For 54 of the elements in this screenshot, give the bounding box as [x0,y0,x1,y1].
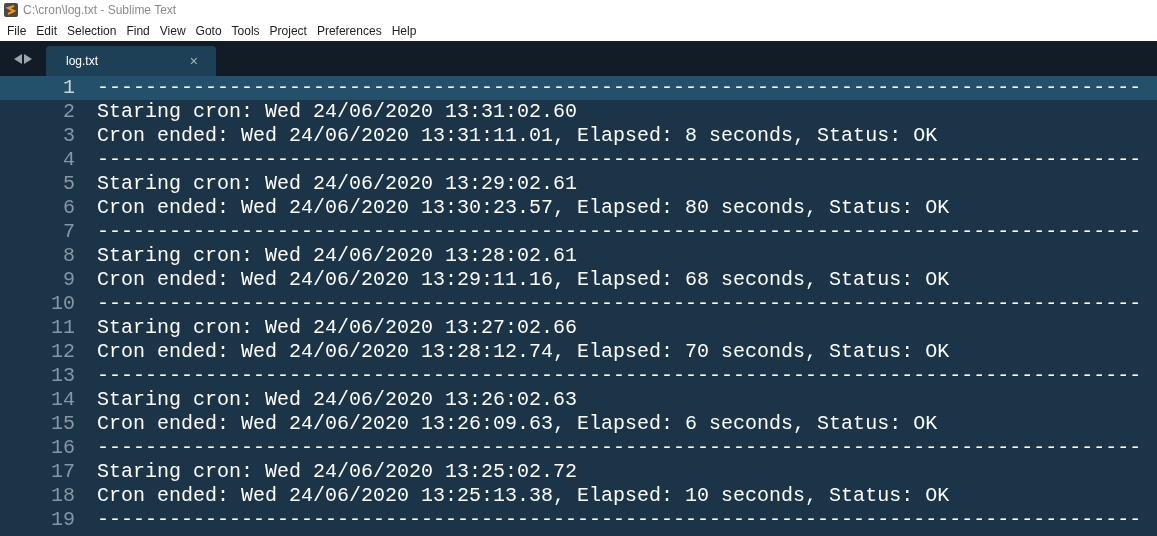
line-text: Cron ended: Wed 24/06/2020 13:28:12.74, Elapsed: 70 seconds, Status: OK [97,340,950,364]
line-text: Cron ended: Wed 24/06/2020 13:25:13.38, Elapsed: 10 seconds, Status: OK [97,484,950,508]
line-number: 2 [62,100,75,124]
line-number: 6 [62,196,75,220]
back-arrow-icon[interactable] [14,53,22,64]
line-number: 18 [50,484,75,508]
tab-label: log.txt [66,53,98,70]
line-number: 7 [62,220,75,244]
line-text: Staring cron: Wed 24/06/2020 13:25:02.72 [97,460,578,484]
line-text: Staring cron: Wed 24/06/2020 13:27:02.66 [97,316,578,340]
menu-item[interactable]: Project [264,21,312,40]
menu-item[interactable]: View [154,21,191,40]
menu-item[interactable]: Help [386,21,422,40]
line-text: Cron ended: Wed 24/06/2020 13:31:11.01, Elapsed: 8 seconds, Status: OK [97,124,938,148]
menu-item[interactable]: File [2,21,32,40]
line-number: 11 [50,316,75,340]
line-text: Staring cron: Wed 24/06/2020 13:31:02.60 [97,100,578,124]
line-number: 17 [50,460,75,484]
line-text: --------------------------------------------------------------------------------------- [97,436,1142,460]
line-number: 4 [62,148,75,172]
line-text: --------------------------------------------------------------------------------------- [97,292,1142,316]
menu-item[interactable]: Find [121,21,155,40]
line-text: --------------------------------------------------------------------------------------- [97,364,1142,388]
line-text: --------------------------------------------------------------------------------------- [97,508,1142,532]
forward-arrow-icon[interactable] [24,53,32,64]
line-number: 10 [50,292,75,316]
line-number: 5 [62,172,75,196]
line-text: Staring cron: Wed 24/06/2020 13:28:02.61 [97,244,578,268]
line-number: 13 [50,364,75,388]
line-number: 3 [62,124,75,148]
line-text: --------------------------------------------------------------------------------------- [97,220,1142,244]
line-text: Cron ended: Wed 24/06/2020 13:30:23.57, Elapsed: 80 seconds, Status: OK [97,196,950,220]
line-number: 15 [50,412,75,436]
line-text: Staring cron: Wed 24/06/2020 13:29:02.61 [97,172,578,196]
line-number: 12 [50,340,75,364]
line-number: 14 [50,388,75,412]
line-number: 8 [62,244,75,268]
close-button[interactable]: × [189,50,198,72]
line-text: Cron ended: Wed 24/06/2020 13:29:11.16, Elapsed: 68 seconds, Status: OK [97,268,950,292]
window-title: C:\cron\log.txt - Sublime Text [23,2,177,19]
menu-item[interactable]: Tools [226,21,265,40]
menu-item[interactable]: Goto [190,21,227,40]
line-number: 9 [62,268,75,292]
line-number: 19 [50,508,75,532]
line-number: 16 [50,436,75,460]
line-text: --------------------------------------------------------------------------------------- [97,148,1142,172]
line-text: --------------------------------------------------------------------------------------- [97,76,1142,100]
line-text: Cron ended: Wed 24/06/2020 13:26:09.63, Elapsed: 6 seconds, Status: OK [97,412,938,436]
menu-item[interactable]: Selection [62,21,122,40]
line-text: Staring cron: Wed 24/06/2020 13:26:02.63 [97,388,578,412]
menu-item[interactable]: Edit [31,21,63,40]
app-logo-icon [4,3,18,17]
menu-item[interactable]: Preferences [311,21,387,40]
tab[interactable]: log.txt × [46,46,216,76]
